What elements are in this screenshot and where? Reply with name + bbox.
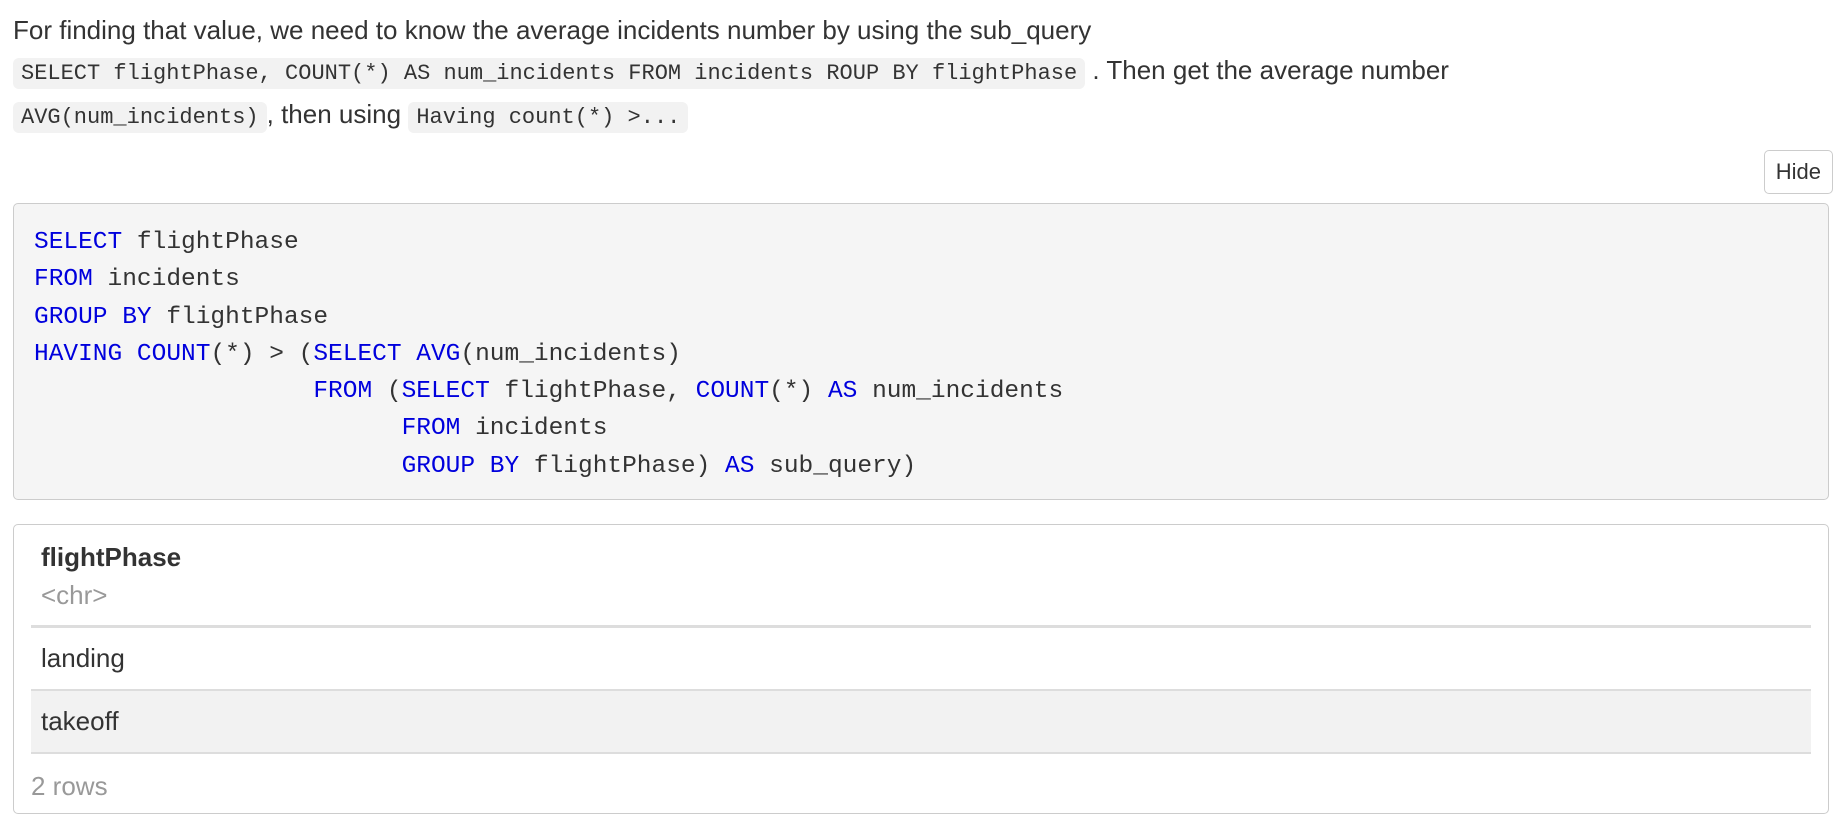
sql-text: sub_query) [754,452,917,480]
inline-code-having: Having count(*) >... [408,102,689,133]
intro-paragraph: For finding that value, we need to know … [13,0,1833,138]
table-row: landing [31,626,1811,691]
page: For finding that value, we need to know … [13,0,1833,814]
sql-text: incidents [460,415,608,443]
column-header-flightphase[interactable]: flightPhase <chr> [31,525,1811,628]
sql-text: flightPhase [151,303,329,331]
result-table-panel: flightPhase <chr> landing takeoff 2 rows [13,524,1829,814]
sql-keyword: COUNT [695,378,770,406]
sql-keyword: BY [122,303,152,331]
row-count-label: 2 rows [31,771,108,801]
sql-keyword: BY [489,452,520,480]
sql-text: flightPhase, [489,378,696,406]
sql-keyword: FROM [401,415,461,443]
inline-code-avg: AVG(num_incidents) [13,102,267,133]
table-cell: landing [31,626,1811,691]
sql-keyword: SELECT [401,378,490,406]
sql-text: (*) [769,378,828,406]
code-line: FROM incidents [34,415,608,443]
hide-code-button[interactable]: Hide [1763,150,1833,194]
intro-text-3: , then using [266,99,402,129]
sql-text: flightPhase) [519,452,726,480]
sql-code: SELECT flightPhase FROM incidents GROUP … [34,224,1808,485]
intro-text-2: . Then get the average number [1092,55,1449,85]
column-name: flightPhase [41,542,182,572]
sql-keyword: AS [725,452,755,480]
code-line: GROUP BY flightPhase [34,304,328,331]
sql-text: (num_incidents) [460,340,681,368]
sql-keyword: SELECT [34,229,123,256]
sql-text: (*) > ( [210,340,314,368]
sql-text: num_incidents [857,378,1064,406]
sql-keyword: HAVING [34,340,123,368]
code-toggle-row: Hide [1763,150,1833,194]
column-type: <chr> [41,580,108,610]
sql-code-block: SELECT flightPhase FROM incidents GROUP … [13,203,1829,500]
table-row: takeoff [31,690,1811,754]
code-line: FROM (SELECT flightPhase, COUNT(*) AS nu… [34,378,1063,405]
code-line: GROUP BY flightPhase) AS sub_query) [34,452,917,480]
sql-text: ( [372,378,402,406]
sql-keyword: GROUP [34,303,108,331]
code-line: HAVING COUNT(*) > (SELECT AVG(num_incide… [34,341,681,368]
table-cell: takeoff [31,690,1811,754]
result-table: flightPhase <chr> landing takeoff [31,525,1811,754]
table-header-row: flightPhase <chr> [31,525,1811,628]
sql-keyword: AVG [416,340,461,368]
sql-keyword: GROUP [401,452,476,480]
sql-keyword: SELECT [313,340,402,368]
code-line: FROM incidents [34,266,240,293]
sql-text: incidents [92,266,240,294]
code-line: SELECT flightPhase [34,229,299,256]
sql-keyword: AS [827,378,858,406]
sql-keyword: FROM [313,378,373,406]
sql-keyword: COUNT [136,340,211,368]
sql-keyword: FROM [34,266,93,294]
intro-text-1: For finding that value, we need to know … [13,15,1092,45]
sql-text: flightPhase [122,229,299,256]
inline-code-subquery: SELECT flightPhase, COUNT(*) AS num_inci… [13,58,1086,89]
